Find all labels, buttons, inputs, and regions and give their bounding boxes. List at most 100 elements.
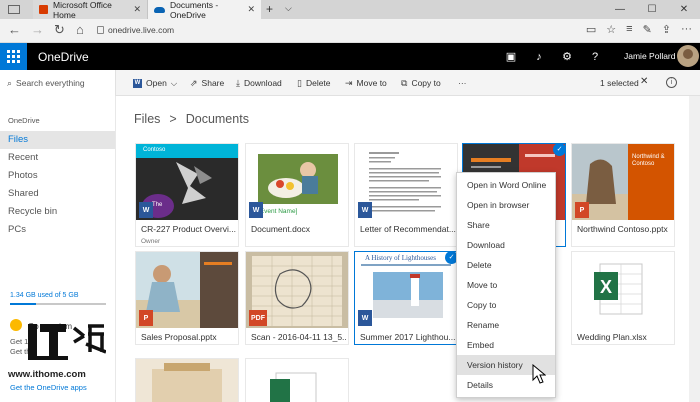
file-tile-document[interactable]: [Event Name] W Document.docx — [245, 143, 349, 247]
file-name: Scan - 2016-04-11 13_5... — [251, 332, 347, 342]
move-to-button[interactable]: ⇥ Move to — [345, 70, 387, 96]
tab-close-icon[interactable]: ✕ — [133, 4, 141, 15]
window-controls: — ☐ ✕ — [604, 0, 700, 19]
user-name[interactable]: Jamie Pollard — [624, 51, 676, 61]
powerpoint-file-icon: P — [575, 202, 589, 218]
mouse-cursor-icon — [532, 364, 546, 384]
sidebar-item-photos[interactable]: Photos — [0, 167, 115, 185]
delete-button[interactable]: ▯ Delete — [297, 70, 331, 96]
word-file-icon: W — [139, 202, 153, 218]
info-icon[interactable]: i — [666, 77, 677, 88]
sidebar-item-recent[interactable]: Recent — [0, 149, 115, 167]
premium-diamond-icon — [10, 319, 22, 331]
trash-icon: ▯ — [297, 77, 302, 88]
reading-view-icon[interactable]: ▭ — [586, 23, 596, 36]
open-button[interactable]: W Open ⌵ — [133, 70, 177, 96]
file-tile-scan[interactable]: PDF Scan - 2016-04-11 13_5... — [245, 251, 349, 345]
search-icon: ⌕ — [7, 77, 13, 88]
help-icon[interactable]: ? — [581, 43, 609, 70]
sidebar-item-recycle-bin[interactable]: Recycle bin — [0, 203, 115, 221]
scrollbar[interactable] — [689, 96, 700, 402]
sidebar-item-files[interactable]: Files — [0, 131, 115, 149]
tab-preview-icon[interactable] — [8, 5, 20, 14]
file-name: CR-227 Product Overvi... — [141, 224, 236, 234]
tab-list-chevron-icon[interactable]: ⌵ — [285, 3, 292, 14]
share-page-icon[interactable]: ⇪ — [662, 23, 671, 36]
refresh-icon[interactable]: ↻ — [54, 23, 65, 37]
file-tile-letter[interactable]: W Letter of Recommendat... — [354, 143, 458, 247]
get-apps-link[interactable]: Get the OneDrive apps — [10, 383, 87, 392]
word-file-icon: W — [249, 202, 263, 218]
more-commands-button[interactable]: ··· — [458, 70, 467, 96]
file-thumbnail — [136, 359, 238, 402]
url-field[interactable]: onedrive.live.com — [108, 25, 174, 35]
share-button[interactable]: ⇗ Share — [190, 70, 224, 96]
sidebar-item-shared[interactable]: Shared — [0, 185, 115, 203]
download-icon: ⤓ — [236, 77, 240, 88]
tab-label: Microsoft Office Home — [53, 0, 112, 20]
menu-item-share[interactable]: Share — [457, 215, 555, 235]
checkmark-icon[interactable]: ✓ — [553, 143, 566, 156]
notes-icon[interactable]: ✎ — [643, 23, 652, 36]
menu-item-move-to[interactable]: Move to — [457, 275, 555, 295]
app-title[interactable]: OneDrive — [38, 50, 89, 64]
storage-usage[interactable]: 1.34 GB used of 5 GB — [10, 292, 79, 299]
menu-item-open-browser[interactable]: Open in browser — [457, 195, 555, 215]
file-name: Wedding Plan.xlsx — [577, 332, 647, 342]
hub-icon[interactable]: ≡ — [626, 23, 632, 36]
word-icon: W — [133, 78, 142, 88]
clear-selection-icon[interactable]: ✕ — [640, 76, 648, 87]
maximize-button[interactable]: ☐ — [636, 0, 668, 19]
gear-icon[interactable]: ⚙ — [553, 43, 581, 70]
bell-icon[interactable]: ♪ — [525, 43, 553, 70]
file-tile-row3-b[interactable] — [245, 358, 349, 402]
app-launcher-icon[interactable] — [0, 43, 27, 70]
word-file-icon: W — [358, 310, 372, 326]
search-placeholder: Search everything — [16, 78, 85, 88]
file-tile-sales[interactable]: P Sales Proposal.pptx — [135, 251, 239, 345]
file-name: Letter of Recommendat... — [360, 224, 456, 234]
breadcrumb-files[interactable]: Files — [134, 112, 160, 126]
sidebar-item-pcs[interactable]: PCs — [0, 221, 115, 239]
svg-text:X: X — [600, 277, 612, 297]
share-label: Share — [201, 78, 225, 88]
back-arrow-icon[interactable]: ← — [8, 23, 21, 37]
favorites-star-icon[interactable]: ☆ — [606, 23, 616, 36]
close-window-button[interactable]: ✕ — [668, 0, 700, 19]
word-file-icon: W — [358, 202, 372, 218]
new-tab-button[interactable]: + — [266, 2, 273, 16]
menu-item-embed[interactable]: Embed — [457, 335, 555, 355]
file-tile-wedding[interactable]: X Wedding Plan.xlsx — [571, 251, 675, 345]
more-icon[interactable]: ··· — [681, 23, 692, 36]
browser-toolbar: ▭ ☆ ≡ ✎ ⇪ ··· — [586, 23, 692, 36]
file-tile-cr227[interactable]: Contoso The W CR-227 Product Overvi... O… — [135, 143, 239, 247]
menu-item-delete[interactable]: Delete — [457, 255, 555, 275]
onedrive-favicon-icon — [154, 6, 165, 13]
chevron-down-icon: ⌵ — [170, 77, 178, 88]
menu-item-copy-to[interactable]: Copy to — [457, 295, 555, 315]
file-name: Document.docx — [251, 224, 311, 234]
chat-icon[interactable]: ▣ — [497, 43, 525, 70]
breadcrumb: Files > Documents — [134, 112, 249, 126]
browser-tab-office[interactable]: Microsoft Office Home ✕ — [33, 0, 148, 20]
file-tile-summer[interactable]: A History of Lighthouses W Summer 2017 L… — [354, 251, 458, 345]
search-input[interactable]: ⌕ Search everything — [0, 70, 116, 96]
file-tile-row3-a[interactable] — [135, 358, 239, 402]
file-name: Summer 2017 Lighthou... — [360, 332, 456, 342]
nav-section-title: OneDrive — [8, 116, 40, 125]
menu-item-open-word-online[interactable]: Open in Word Online — [457, 175, 555, 195]
forward-arrow-icon[interactable]: → — [31, 23, 44, 37]
lock-icon — [97, 26, 104, 34]
avatar[interactable] — [677, 45, 699, 67]
browser-tab-onedrive[interactable]: Documents - OneDrive ✕ — [148, 0, 261, 20]
office-favicon-icon — [39, 5, 48, 14]
tab-close-icon[interactable]: ✕ — [247, 4, 255, 15]
copy-to-button[interactable]: ⧉ Copy to — [401, 70, 441, 96]
menu-item-download[interactable]: Download — [457, 235, 555, 255]
file-tile-northwind[interactable]: Northwind & Contoso P Northwind Contoso.… — [571, 143, 675, 247]
menu-item-rename[interactable]: Rename — [457, 315, 555, 335]
minimize-button[interactable]: — — [604, 0, 636, 19]
download-button[interactable]: ⤓ Download — [236, 70, 282, 96]
command-bar: ⌕ Search everything W Open ⌵ ⇗ Share ⤓ D… — [0, 70, 700, 96]
home-icon[interactable]: ⌂ — [76, 23, 84, 37]
